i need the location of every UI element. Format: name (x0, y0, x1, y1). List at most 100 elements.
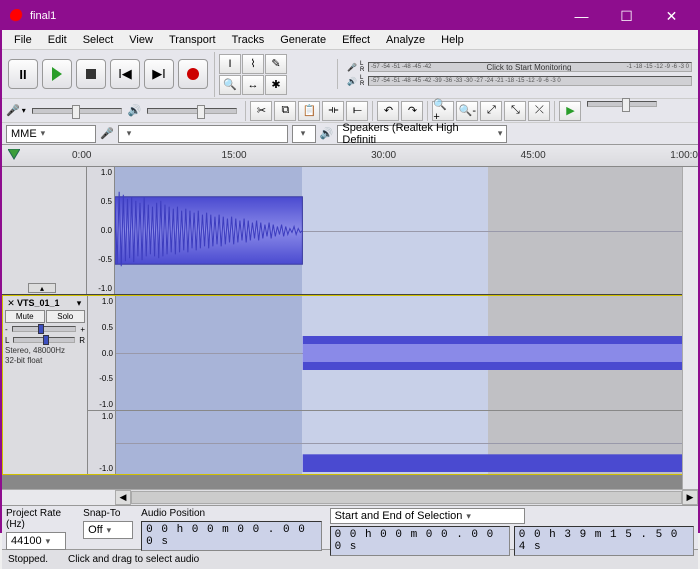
multi-tool-icon[interactable]: ✱ (265, 75, 287, 95)
waveform (116, 296, 697, 410)
minimize-button[interactable]: — (559, 2, 604, 30)
play-button[interactable] (42, 59, 72, 89)
menu-help[interactable]: Help (433, 32, 472, 48)
zoom-out-icon[interactable]: 🔍- (456, 101, 478, 121)
h-scroll-row: ◀ ▶ (2, 489, 698, 505)
solo-button[interactable]: Solo (46, 310, 86, 323)
recording-device-combo[interactable] (118, 125, 288, 143)
speaker-icon: 🔊 (320, 127, 334, 140)
zoom-in-icon[interactable]: 🔍+ (432, 101, 454, 121)
silence-icon[interactable]: ⟝ (346, 101, 368, 121)
play-at-speed-button[interactable]: ▶ (559, 101, 581, 121)
playback-meter[interactable]: -57 -54 -51 -48 -45 -42 -39 -36 -33 -30 … (368, 76, 692, 86)
paste-icon[interactable]: 📋 (298, 101, 320, 121)
pause-button[interactable]: II (8, 59, 38, 89)
track: ▴ 1.0 0.5 0.0 -0.5 -1.0 (2, 167, 698, 295)
menu-transport[interactable]: Transport (161, 32, 224, 48)
rec-gain-chevron-icon[interactable]: ▾ (22, 106, 26, 115)
scale-label: 0.0 (90, 349, 113, 358)
waveform-display[interactable] (116, 296, 697, 410)
selection-tool-icon[interactable]: I (219, 54, 241, 74)
menubar: File Edit Select View Transport Tracks G… (2, 30, 698, 50)
trim-icon[interactable]: ⟛ (322, 101, 344, 121)
fit-project-icon[interactable]: ⤡ (504, 101, 526, 121)
close-button[interactable]: ✕ (649, 2, 694, 30)
track-menu-chevron-icon[interactable]: ▾ (73, 298, 85, 309)
menu-file[interactable]: File (6, 32, 40, 48)
menu-tracks[interactable]: Tracks (224, 32, 273, 48)
selection-mode-combo[interactable]: Start and End of Selection (330, 508, 525, 524)
zoom-tool-icon[interactable]: 🔍 (219, 75, 241, 95)
snap-to-combo[interactable]: Off (83, 521, 133, 539)
selection-start-field[interactable]: 0 0 h 0 0 m 0 0 . 0 0 0 s (330, 526, 510, 556)
skip-start-button[interactable]: I◀ (110, 59, 140, 89)
menu-edit[interactable]: Edit (40, 32, 75, 48)
track: ✕ VTS_01_1 ▾ Mute Solo -+ LR Stereo, 480… (2, 295, 698, 475)
pan-l-label: L (5, 336, 9, 345)
menu-select[interactable]: Select (75, 32, 122, 48)
skip-end-button[interactable]: ▶I (144, 59, 174, 89)
track-close-icon[interactable]: ✕ (5, 298, 17, 309)
timeline-ruler[interactable]: 0:00 15:00 30:00 45:00 1:00:0 (2, 145, 698, 167)
panel-collapse-icon[interactable]: ▴ (28, 283, 56, 293)
scale-label: 0.5 (89, 197, 112, 206)
menu-generate[interactable]: Generate (272, 32, 334, 48)
record-button[interactable] (178, 59, 208, 89)
scale-label: 1.0 (89, 168, 112, 177)
redo-icon[interactable]: ↷ (401, 101, 423, 121)
gain-slider[interactable] (12, 326, 77, 332)
meter-ticks-out: -57 -54 -51 -48 -45 -42 -39 -36 -33 -30 … (371, 78, 561, 84)
pin-icon[interactable] (8, 149, 20, 161)
track-control-panel[interactable]: ▴ (2, 167, 87, 294)
menu-analyze[interactable]: Analyze (378, 32, 433, 48)
track-name[interactable]: VTS_01_1 (17, 298, 73, 309)
vertical-scrollbar[interactable] (682, 167, 698, 489)
recording-channels-combo[interactable] (292, 125, 316, 143)
project-rate-label: Project Rate (Hz) (6, 508, 75, 530)
audio-position-field[interactable]: 0 0 h 0 0 m 0 0 . 0 0 0 s (141, 521, 321, 551)
mic-icon[interactable]: 🎤 (344, 63, 360, 72)
fit-sel-icon[interactable]: ⤢ (480, 101, 502, 121)
horizontal-scrollbar[interactable]: ◀ ▶ (115, 490, 698, 505)
play-speed-slider[interactable] (587, 101, 657, 107)
recording-volume-slider[interactable] (32, 108, 122, 114)
menu-effect[interactable]: Effect (334, 32, 378, 48)
recording-meter[interactable]: -57 -54 -51 -48 -45 -42Click to Start Mo… (368, 62, 692, 72)
cut-icon[interactable]: ✂ (250, 101, 272, 121)
ruler-label: 15:00 (222, 150, 372, 161)
track-control-panel[interactable]: ✕ VTS_01_1 ▾ Mute Solo -+ LR Stereo, 480… (3, 296, 88, 474)
toolbar-area: II I◀ ▶I I ⌇ ✎ 🔍 ↔ ✱ 🎤 LR -57 -54 -51 -4… (2, 50, 698, 145)
project-rate-combo[interactable]: 44100 (6, 532, 66, 550)
speaker-icon[interactable]: 🔊 (344, 77, 360, 86)
play-at-speed-toolbar: ▶ (554, 101, 665, 121)
edit-toolbar: ✂ ⧉ 📋 ⟛ ⟝ (245, 101, 372, 121)
waveform (115, 167, 698, 294)
host-combo[interactable]: MME (6, 125, 96, 143)
draw-tool-icon[interactable]: ✎ (265, 54, 287, 74)
playback-volume-slider[interactable] (147, 108, 237, 114)
zoom-toolbar: 🔍+ 🔍- ⤢ ⤡ ⤫ (427, 101, 554, 121)
envelope-tool-icon[interactable]: ⌇ (242, 54, 264, 74)
stop-button[interactable] (76, 59, 106, 89)
menu-view[interactable]: View (121, 32, 161, 48)
meter-ticks-right: -1 -18 -15 -12 -9 -6 -3 0 (627, 64, 689, 70)
zoom-toggle-icon[interactable]: ⤫ (528, 101, 550, 121)
playback-device-combo[interactable]: Speakers (Realtek High Definiti (337, 125, 507, 143)
copy-icon[interactable]: ⧉ (274, 101, 296, 121)
vertical-scale[interactable]: 1.0 0.5 0.0 -0.5 -1.0 (88, 296, 116, 410)
vertical-scale[interactable]: 1.0 -1.0 (88, 411, 116, 474)
ruler-label: 45:00 (521, 150, 671, 161)
scroll-right-icon[interactable]: ▶ (682, 490, 698, 505)
maximize-button[interactable]: ☐ (604, 2, 649, 30)
timeshift-tool-icon[interactable]: ↔ (242, 75, 264, 95)
pan-slider[interactable] (13, 337, 75, 343)
waveform-display[interactable] (115, 167, 698, 294)
waveform-display[interactable] (116, 411, 697, 474)
selection-end-field[interactable]: 0 0 h 3 9 m 1 5 . 5 0 4 s (514, 526, 694, 556)
undo-icon[interactable]: ↶ (377, 101, 399, 121)
mute-button[interactable]: Mute (5, 310, 45, 323)
scroll-left-icon[interactable]: ◀ (115, 490, 131, 505)
app-icon (10, 9, 24, 23)
scale-label: -0.5 (90, 374, 113, 383)
vertical-scale[interactable]: 1.0 0.5 0.0 -0.5 -1.0 (87, 167, 115, 294)
